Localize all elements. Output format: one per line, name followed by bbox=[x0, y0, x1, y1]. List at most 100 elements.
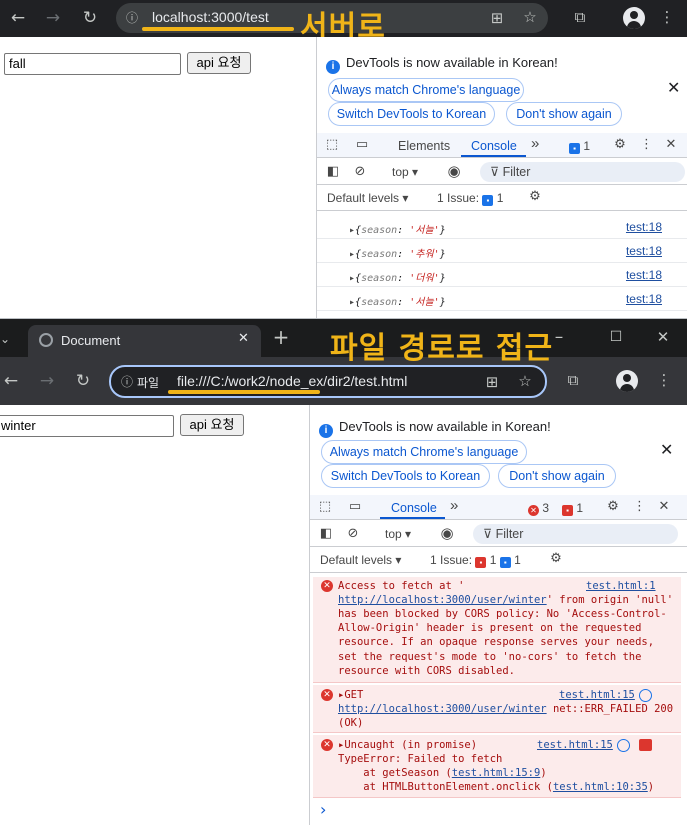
error-count-badge[interactable]: ✕ 3 bbox=[528, 500, 549, 516]
settings-gear-icon[interactable]: ⚙ bbox=[612, 137, 628, 153]
log-value: '추워' bbox=[409, 249, 440, 260]
bookmark-star-icon[interactable]: ☆ bbox=[520, 8, 540, 26]
log-row[interactable]: ▸{season: '서늘'} test:18 bbox=[317, 215, 687, 239]
close-banner-icon[interactable]: ✕ bbox=[667, 80, 680, 96]
dont-show-again-button[interactable]: Don't show again bbox=[506, 102, 622, 126]
inspect-element-icon[interactable]: ⬚ bbox=[317, 499, 333, 515]
site-info-icon[interactable]: ⓘ bbox=[117, 373, 137, 391]
url-text: file:///C:/work2/node_ex/dir2/test.html bbox=[177, 373, 408, 389]
log-row[interactable]: ▸{season: '더워'} test:18 bbox=[317, 263, 687, 287]
stack-frame: at getSeason (test.html:15:9) bbox=[338, 766, 546, 780]
switch-to-korean-button[interactable]: Switch DevTools to Korean bbox=[328, 102, 495, 126]
error-url-link[interactable]: http://localhost:3000/user/winter bbox=[338, 594, 547, 606]
device-toolbar-icon[interactable]: ▭ bbox=[346, 499, 364, 515]
close-window-icon[interactable]: ✕ bbox=[652, 327, 674, 347]
issues-indicator[interactable]: 1 Issue: ▪ 1 bbox=[437, 190, 503, 206]
settings-gear-icon[interactable]: ⚙ bbox=[605, 499, 621, 515]
extensions-icon[interactable]: ⧉ bbox=[570, 8, 590, 26]
new-tab-icon[interactable]: + bbox=[270, 327, 292, 347]
log-source-link[interactable]: test:18 bbox=[626, 219, 662, 235]
log-row[interactable]: ▸{season: '추워'} test:18 bbox=[317, 239, 687, 263]
tab-console[interactable]: Console bbox=[391, 500, 437, 516]
season-input[interactable]: winter bbox=[0, 415, 174, 437]
sidebar-toggle-icon[interactable]: ◧ bbox=[325, 164, 341, 180]
issue-count-badge[interactable]: ▪ 1 bbox=[562, 500, 583, 516]
clear-console-icon[interactable]: ⊘ bbox=[352, 164, 368, 180]
stack-link[interactable]: test.html:10:35 bbox=[553, 781, 648, 793]
menu-kebab-icon[interactable]: ⋮ bbox=[654, 371, 674, 389]
more-tabs-button[interactable]: » bbox=[450, 498, 458, 514]
issues-indicator[interactable]: 1 Issue: ▪ 1 ▪ 1 bbox=[430, 552, 521, 568]
more-tabs-button[interactable]: » bbox=[531, 136, 539, 152]
network-globe-icon[interactable] bbox=[617, 739, 630, 752]
extensions-icon[interactable]: ⧉ bbox=[563, 371, 583, 389]
always-match-language-button[interactable]: Always match Chrome's language bbox=[328, 78, 524, 102]
device-toolbar-icon[interactable]: ▭ bbox=[353, 137, 371, 153]
filter-input[interactable]: ⊽ Filter bbox=[473, 524, 678, 544]
console-prompt[interactable]: › bbox=[320, 802, 326, 818]
api-request-button[interactable]: api 요청 bbox=[180, 414, 244, 436]
translate-icon[interactable]: ⊞ bbox=[487, 9, 507, 27]
eye-icon[interactable]: ◉ bbox=[437, 525, 457, 541]
switch-to-korean-button[interactable]: Switch DevTools to Korean bbox=[321, 464, 490, 488]
error-url-link[interactable]: http://localhost:3000/user/winter bbox=[338, 703, 547, 715]
close-devtools-icon[interactable]: ✕ bbox=[664, 137, 678, 153]
season-input[interactable]: fall bbox=[4, 53, 181, 75]
network-globe-icon[interactable] bbox=[639, 689, 652, 702]
always-match-language-button[interactable]: Always match Chrome's language bbox=[321, 440, 527, 464]
log-source-link[interactable]: test:18 bbox=[626, 267, 662, 283]
context-select[interactable]: top ▾ bbox=[392, 164, 418, 180]
tab-document[interactable]: Document ✕ bbox=[28, 325, 261, 357]
maximize-icon[interactable]: ☐ bbox=[605, 327, 627, 347]
back-icon[interactable]: ← bbox=[7, 8, 29, 28]
issue-flag-icon[interactable] bbox=[639, 739, 652, 751]
default-levels-select[interactable]: Default levels ▾ bbox=[327, 190, 408, 206]
forward-icon[interactable]: → bbox=[36, 371, 58, 391]
forward-icon[interactable]: → bbox=[42, 8, 64, 28]
log-source-link[interactable]: test:18 bbox=[626, 291, 662, 307]
reload-icon[interactable]: ↻ bbox=[79, 8, 101, 28]
menu-kebab-icon[interactable]: ⋮ bbox=[657, 8, 677, 26]
stack-link[interactable]: test.html:15:9 bbox=[452, 767, 541, 779]
devtools-menu-icon[interactable]: ⋮ bbox=[633, 499, 646, 515]
reload-icon[interactable]: ↻ bbox=[72, 371, 94, 391]
sidebar-toggle-icon[interactable]: ◧ bbox=[318, 526, 334, 542]
bookmark-star-icon[interactable]: ☆ bbox=[515, 372, 535, 390]
api-request-button[interactable]: api 요청 bbox=[187, 52, 251, 74]
dont-show-again-button[interactable]: Don't show again bbox=[498, 464, 616, 488]
close-devtools-icon[interactable]: ✕ bbox=[657, 499, 671, 515]
tab-search-icon[interactable]: ⌄ bbox=[0, 329, 14, 349]
log-key: season bbox=[361, 249, 398, 260]
issue-red-icon: ▪ bbox=[475, 557, 487, 568]
profile-avatar-icon[interactable] bbox=[616, 370, 638, 392]
eye-icon[interactable]: ◉ bbox=[444, 163, 464, 179]
message-count-badge[interactable]: ▪ 1 bbox=[569, 138, 590, 154]
console-settings-icon[interactable]: ⚙ bbox=[548, 551, 564, 567]
tab-console[interactable]: Console bbox=[471, 138, 517, 154]
error-message[interactable]: ▸Uncaught (in promise) bbox=[338, 738, 477, 752]
error-source-link[interactable]: test.html:1 bbox=[586, 579, 656, 593]
site-info-icon[interactable]: ⓘ bbox=[122, 9, 142, 27]
devtools-menu-icon[interactable]: ⋮ bbox=[640, 137, 653, 153]
log-row[interactable]: ▸{season: '서늘'} test:18 bbox=[317, 287, 687, 311]
error-source-link[interactable]: test.html:15 bbox=[559, 688, 635, 702]
translate-icon[interactable]: ⊞ bbox=[482, 373, 502, 391]
console-settings-icon[interactable]: ⚙ bbox=[527, 189, 543, 205]
tab-elements[interactable]: Elements bbox=[398, 138, 450, 154]
context-select[interactable]: top ▾ bbox=[385, 526, 411, 542]
error-message[interactable]: ▸GET bbox=[338, 688, 363, 702]
error-message-tail: (OK) bbox=[338, 717, 364, 729]
error-message-body: has been blocked by CORS policy: No 'Acc… bbox=[338, 608, 667, 677]
error-source-link[interactable]: test.html:15 bbox=[537, 738, 613, 752]
log-source-link[interactable]: test:18 bbox=[626, 243, 662, 259]
close-banner-icon[interactable]: ✕ bbox=[660, 442, 673, 458]
back-icon[interactable]: ← bbox=[0, 371, 22, 391]
close-tab-icon[interactable]: ✕ bbox=[238, 331, 249, 346]
default-levels-select[interactable]: Default levels ▾ bbox=[320, 552, 401, 568]
profile-avatar-icon[interactable] bbox=[623, 7, 645, 29]
filter-input[interactable]: ⊽ Filter bbox=[480, 162, 685, 182]
inspect-element-icon[interactable]: ⬚ bbox=[324, 137, 340, 153]
console-toolbar: ◧ ⊘ top ▾ ◉ ⊽ Filter bbox=[310, 521, 687, 547]
clear-console-icon[interactable]: ⊘ bbox=[345, 526, 361, 542]
stack-text: at getSeason ( bbox=[338, 767, 452, 779]
